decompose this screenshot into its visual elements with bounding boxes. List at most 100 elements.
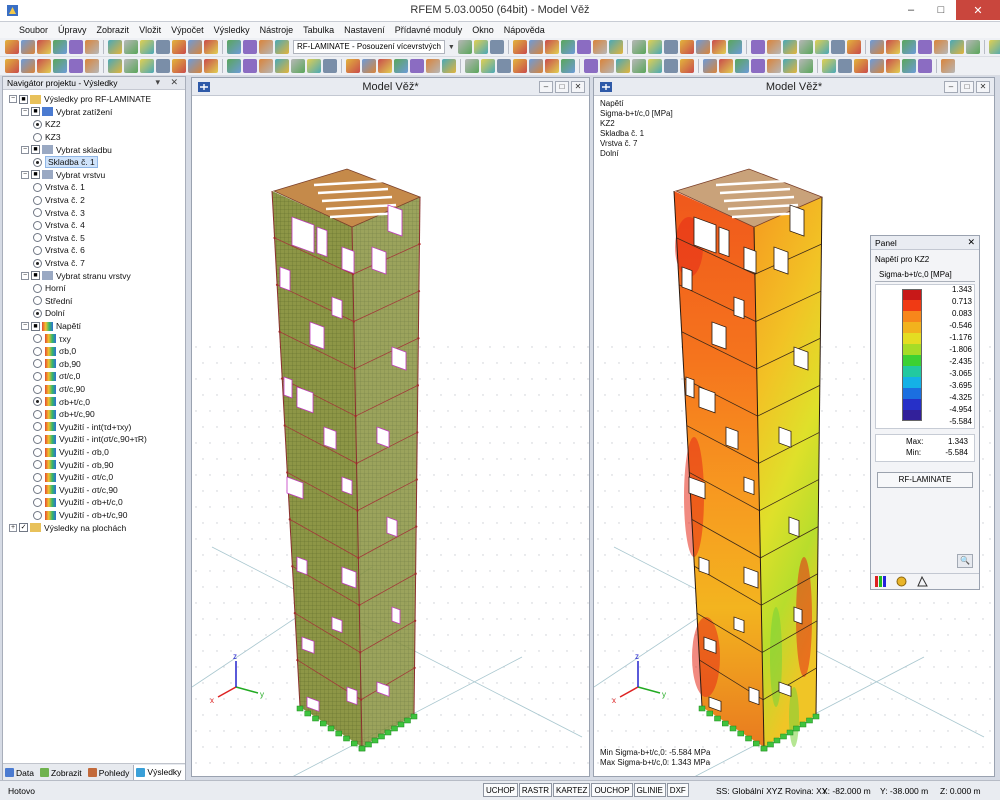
window-minimize-button[interactable]: –: [539, 81, 553, 93]
menu-item[interactable]: Tabulka: [298, 25, 339, 35]
window-restore-button[interactable]: □: [555, 81, 569, 93]
tree-radio[interactable]: [33, 195, 42, 205]
tree-radio[interactable]: [33, 497, 42, 507]
toolbar-button-icon[interactable]: [783, 59, 797, 73]
toolbar-button-icon[interactable]: [584, 59, 598, 73]
toolbar-button-icon[interactable]: [846, 40, 861, 54]
toolbar-button-icon[interactable]: [21, 40, 35, 54]
toolbar-button-icon[interactable]: [663, 40, 678, 54]
tree-radio[interactable]: [33, 359, 42, 369]
toolbar-button-icon[interactable]: [204, 40, 218, 54]
navigator-tab[interactable]: Pohledy: [86, 765, 134, 781]
toolbar-button-icon[interactable]: [346, 59, 360, 73]
navigator-tab[interactable]: Data: [3, 765, 38, 781]
tree-item[interactable]: σb+t/c,0: [33, 395, 90, 408]
tree-radio[interactable]: [33, 119, 42, 129]
menu-item[interactable]: Zobrazit: [92, 25, 135, 35]
tree-item[interactable]: Využití - int(τd+τxy): [33, 421, 131, 434]
toolbar-button-icon[interactable]: [307, 59, 321, 73]
scale-icon[interactable]: [917, 576, 928, 587]
toolbar-button-icon[interactable]: [854, 59, 868, 73]
tree-radio[interactable]: [33, 422, 42, 432]
tree-checkbox[interactable]: ✓: [19, 523, 28, 533]
toolbar-button-icon[interactable]: [394, 59, 408, 73]
window-close-button[interactable]: ✕: [571, 81, 585, 93]
tree-expander-icon[interactable]: −: [21, 170, 29, 179]
tree-item[interactable]: + ✓ Výsledky na plochách: [9, 521, 126, 534]
toolbar-button-icon[interactable]: [528, 40, 543, 54]
status-toggle-button[interactable]: OUCHOP: [591, 783, 633, 797]
tree-radio[interactable]: [33, 397, 42, 407]
toolbar-button-icon[interactable]: [941, 59, 955, 73]
toolbar-button-icon[interactable]: [53, 40, 67, 54]
toolbar-button-icon[interactable]: [631, 40, 646, 54]
toolbar-button-icon[interactable]: [85, 40, 99, 54]
toolbar-button-icon[interactable]: [529, 59, 543, 73]
tree-item[interactable]: σb,0: [33, 345, 76, 358]
toolbar-button-icon[interactable]: [243, 40, 257, 54]
menu-item[interactable]: Okno: [467, 25, 499, 35]
menu-item[interactable]: Nástroje: [255, 25, 299, 35]
menu-item[interactable]: Vložit: [134, 25, 166, 35]
tree-item[interactable]: Skladba č. 1: [33, 156, 98, 169]
toolbar-button-icon[interactable]: [750, 40, 765, 54]
toolbar-button-icon[interactable]: [291, 59, 305, 73]
toolbar-button-icon[interactable]: [243, 59, 257, 73]
tree-item[interactable]: Vrstva č. 5: [33, 232, 85, 245]
menu-item[interactable]: Výpočet: [166, 25, 209, 35]
menu-item[interactable]: Nápověda: [499, 25, 550, 35]
tree-item[interactable]: KZ3: [33, 131, 61, 144]
tree-item[interactable]: KZ2: [33, 118, 61, 131]
toolbar-button-icon[interactable]: [766, 40, 781, 54]
toolbar-button-icon[interactable]: [988, 40, 1000, 54]
tree-item[interactable]: − ■ Vybrat vrstvu: [21, 169, 105, 182]
tree-checkbox[interactable]: ■: [31, 145, 40, 155]
tree-radio[interactable]: [33, 245, 42, 255]
toolbar-button-icon[interactable]: [362, 59, 376, 73]
tower-model-view[interactable]: x y z: [192, 97, 589, 776]
toolbar-button-icon[interactable]: [751, 59, 765, 73]
tree-checkbox[interactable]: ■: [31, 271, 40, 281]
tree-expander-icon[interactable]: −: [21, 145, 29, 154]
tree-item[interactable]: σt/c,90: [33, 383, 85, 396]
toolbar-button-icon[interactable]: [830, 40, 845, 54]
tree-expander-icon[interactable]: +: [9, 523, 17, 532]
toolbar-button-icon[interactable]: [544, 40, 559, 54]
toolbar-button-icon[interactable]: [227, 40, 241, 54]
tower-right-face[interactable]: [754, 197, 822, 747]
toolbar-button-icon[interactable]: [108, 40, 122, 54]
window-close-button[interactable]: ✕: [976, 81, 990, 93]
tree-radio[interactable]: [33, 460, 42, 470]
toolbar-button-icon[interactable]: [592, 40, 607, 54]
navigator-tab[interactable]: Zobrazit: [38, 765, 86, 781]
toolbar-button-icon[interactable]: [886, 59, 900, 73]
tree-item[interactable]: Vrstva č. 4: [33, 219, 85, 232]
toolbar-button-icon[interactable]: [85, 59, 99, 73]
close-button[interactable]: ✕: [956, 0, 1000, 20]
tree-item[interactable]: τxy: [33, 332, 71, 345]
toolbar-button-icon[interactable]: [917, 40, 932, 54]
toolbar-button-icon[interactable]: [188, 40, 202, 54]
status-toggle-button[interactable]: KARTEZ: [553, 783, 591, 797]
toolbar-button-icon[interactable]: [442, 59, 456, 73]
minimize-button[interactable]: –: [896, 0, 926, 20]
tree-item[interactable]: − ■ Výsledky pro RF-LAMINATE: [9, 93, 151, 106]
tree-item[interactable]: Dolní: [33, 307, 65, 320]
tree-radio[interactable]: [33, 485, 42, 495]
toolbar-button-icon[interactable]: [782, 40, 797, 54]
toolbar-button-icon[interactable]: [560, 40, 575, 54]
tree-item[interactable]: Vrstva č. 2: [33, 194, 85, 207]
toolbar-button-icon[interactable]: [885, 40, 900, 54]
toolbar-button-icon[interactable]: [5, 40, 19, 54]
toolbar-button-icon[interactable]: [5, 59, 19, 73]
tree-radio[interactable]: [33, 132, 42, 142]
tree-radio[interactable]: [33, 371, 42, 381]
toolbar-button-icon[interactable]: [465, 59, 479, 73]
toolbar-button-icon[interactable]: [473, 40, 488, 54]
tree-radio[interactable]: [33, 283, 42, 293]
tree-radio[interactable]: [33, 384, 42, 394]
module-combo[interactable]: RF-LAMINATE - Posouzení vícevrstvých: [293, 40, 445, 54]
toolbar-button-icon[interactable]: [902, 59, 916, 73]
toolbar-button-icon[interactable]: [259, 40, 273, 54]
menu-item[interactable]: Přídavné moduly: [390, 25, 468, 35]
